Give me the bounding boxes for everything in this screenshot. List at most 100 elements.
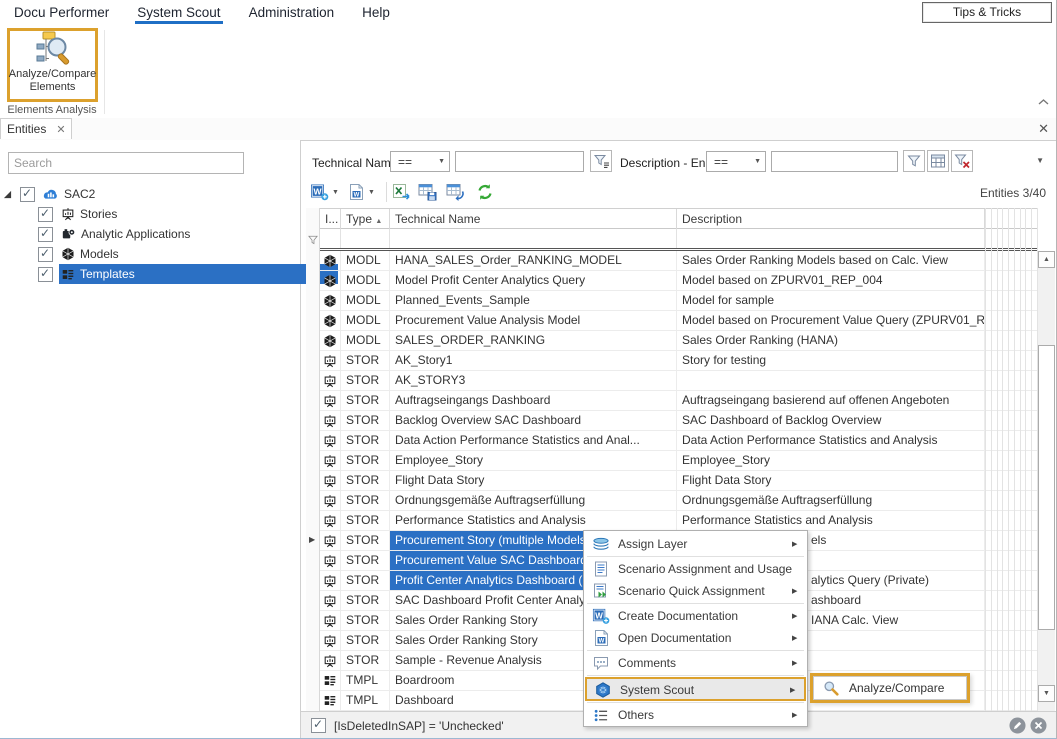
menu-item-system-scout[interactable]: System Scout▶ [587,679,804,701]
story-icon [323,594,337,608]
table-row[interactable]: MODLPlanned_Events_SampleModel for sampl… [306,291,1038,311]
cell-technical-name[interactable]: Procurement Value Analysis Model [390,311,677,331]
cell-technical-name[interactable]: HANA_SALES_Order_RANKING_MODEL [390,251,677,271]
table-row[interactable]: STORPerformance Statistics and AnalysisP… [306,511,1038,531]
cell-technical-name[interactable]: Backlog Overview SAC Dashboard [390,411,677,431]
menu-item-scenario-quick-assignment[interactable]: Scenario Quick Assignment▶ [585,580,806,602]
table-row[interactable]: MODLModel Profit Center Analytics QueryM… [306,271,1038,291]
tree-expander-icon[interactable] [0,190,14,199]
menu-item-create-documentation[interactable]: WCreate Documentation▶ [585,605,806,627]
cell-technical-name[interactable]: Ordnungsgemäße Auftragserfüllung [390,491,677,511]
collapse-ribbon-chevron-icon[interactable] [1038,98,1049,106]
tips-and-tricks-button[interactable]: Tips & Tricks [922,2,1052,23]
table-row[interactable]: MODLProcurement Value Analysis ModelMode… [306,311,1038,331]
cell-technical-name[interactable]: Flight Data Story [390,471,677,491]
column-header-type[interactable]: Type ▲ [341,209,390,229]
tree-node-templates[interactable]: Templates [0,264,338,284]
cell-technical-name[interactable]: Employee_Story [390,451,677,471]
table-save-button[interactable] [418,182,437,202]
filter-button[interactable] [903,150,925,172]
table-row[interactable]: STORBacklog Overview SAC DashboardSAC Da… [306,411,1038,431]
filter-dropdown-icon[interactable]: ▼ [1036,156,1044,165]
tree-checkbox[interactable] [38,227,53,242]
table-import-button[interactable] [446,182,465,202]
cell-technical-name[interactable]: Data Action Performance Statistics and A… [390,431,677,451]
tab-close-icon[interactable]: ✕ [56,123,65,136]
refresh-button[interactable] [476,182,494,202]
table-row[interactable]: STOREmployee_StoryEmployee_Story [306,451,1038,471]
table-row[interactable]: STORAuftragseingangs DashboardAuftragsei… [306,391,1038,411]
tree-checkbox[interactable] [38,267,53,282]
menu-item-analyze-compare[interactable]: Analyze/Compare [813,676,967,700]
table-row[interactable]: MODLSALES_ORDER_RANKINGSales Order Ranki… [306,331,1038,351]
cloud-icon [42,188,59,201]
cell-technical-name[interactable]: Model Profit Center Analytics Query [390,271,677,291]
menubar-item-help[interactable]: Help [348,0,404,24]
cell-technical-name[interactable]: SALES_ORDER_RANKING [390,331,677,351]
truncated-column-line [1014,208,1015,711]
cell-technical-name[interactable]: Performance Statistics and Analysis [390,511,677,531]
analyze-compare-elements-button[interactable]: Analyze/Compare Elements [7,28,98,102]
cell-technical-name[interactable]: AK_STORY3 [390,371,677,391]
scroll-up-icon[interactable]: ▲ [1038,251,1055,268]
tree-checkbox[interactable] [20,187,35,202]
dropdown-caret-icon[interactable]: ▼ [368,189,375,196]
cell-type: STOR [341,571,390,591]
dropdown-caret-icon[interactable]: ▼ [332,189,339,196]
submenu-arrow-icon: ▶ [792,711,806,719]
tree-node-stories[interactable]: Stories [0,204,338,224]
truncated-column-line [1031,208,1032,711]
comments-icon [592,656,610,671]
table-row[interactable]: MODLHANA_SALES_Order_RANKING_MODELSales … [306,251,1038,271]
tab-entities[interactable]: Entities ✕ [0,118,72,139]
search-input[interactable] [8,152,244,174]
word-create-button[interactable]: W▼ [310,182,339,202]
edit-pencil-icon[interactable] [1009,717,1026,734]
menu-item-comments[interactable]: Comments▶ [585,652,806,674]
description-filter-input[interactable] [771,151,898,172]
scroll-down-icon[interactable]: ▼ [1038,685,1055,702]
filter-editor-button[interactable] [927,150,949,172]
cell-description: Employee_Story [677,451,985,471]
status-filter-checkbox[interactable] [311,718,326,733]
cell-technical-name[interactable]: Planned_Events_Sample [390,291,677,311]
column-header-description[interactable]: Description [677,209,985,229]
filter-operator-select[interactable]: ==▼ [706,151,766,172]
word-open-button[interactable]: W▼ [348,182,375,202]
excel-export-button[interactable] [392,182,411,202]
table-row[interactable]: STORAK_STORY3 [306,371,1038,391]
vertical-scrollbar[interactable]: ▲ ▼ [1038,251,1055,711]
close-icon[interactable] [1030,717,1047,734]
filter-row-icon [307,234,319,246]
filter-menu-button[interactable] [590,150,612,172]
story-icon [323,634,337,648]
panel-close-icon[interactable]: ✕ [1038,121,1049,137]
cell-description: Performance Statistics and Analysis [677,511,985,531]
tree-node-analytic-applications[interactable]: Analytic Applications [0,224,338,244]
tree-checkbox[interactable] [38,247,53,262]
technical-name-filter-input[interactable] [455,151,584,172]
menubar-item-administration[interactable]: Administration [235,0,349,24]
menu-item-open-documentation[interactable]: WOpen Documentation▶ [585,627,806,649]
table-row[interactable]: STORAK_Story1Story for testing [306,351,1038,371]
tree-checkbox[interactable] [38,207,53,222]
table-row[interactable]: STORFlight Data StoryFlight Data Story [306,471,1038,491]
cell-technical-name[interactable]: Auftragseingangs Dashboard [390,391,677,411]
table-row[interactable]: STOROrdnungsgemäße AuftragserfüllungOrdn… [306,491,1038,511]
filter-operator-select[interactable]: ==▼ [390,151,450,172]
tree-node-models[interactable]: Models [0,244,338,264]
menu-item-others[interactable]: Others▶ [585,704,806,726]
table-row[interactable]: STORData Action Performance Statistics a… [306,431,1038,451]
menu-item-scenario-assignment-and-usage[interactable]: Scenario Assignment and Usage [585,558,806,580]
column-header-icon[interactable]: I... [320,209,341,229]
cell-technical-name[interactable]: AK_Story1 [390,351,677,371]
grid-auto-filter-row[interactable] [306,229,1038,251]
scrollbar-thumb[interactable] [1038,345,1055,630]
menubar-item-system-scout[interactable]: System Scout [123,0,234,24]
column-header-technical-name[interactable]: Technical Name [390,209,677,229]
menu-item-assign-layer[interactable]: Assign Layer▶ [585,533,806,555]
cell-type: STOR [341,651,390,671]
clear-filter-button[interactable] [951,150,973,172]
menubar-item-docu-performer[interactable]: Docu Performer [0,0,123,24]
tree-node-sac2[interactable]: SAC2 [0,184,300,204]
